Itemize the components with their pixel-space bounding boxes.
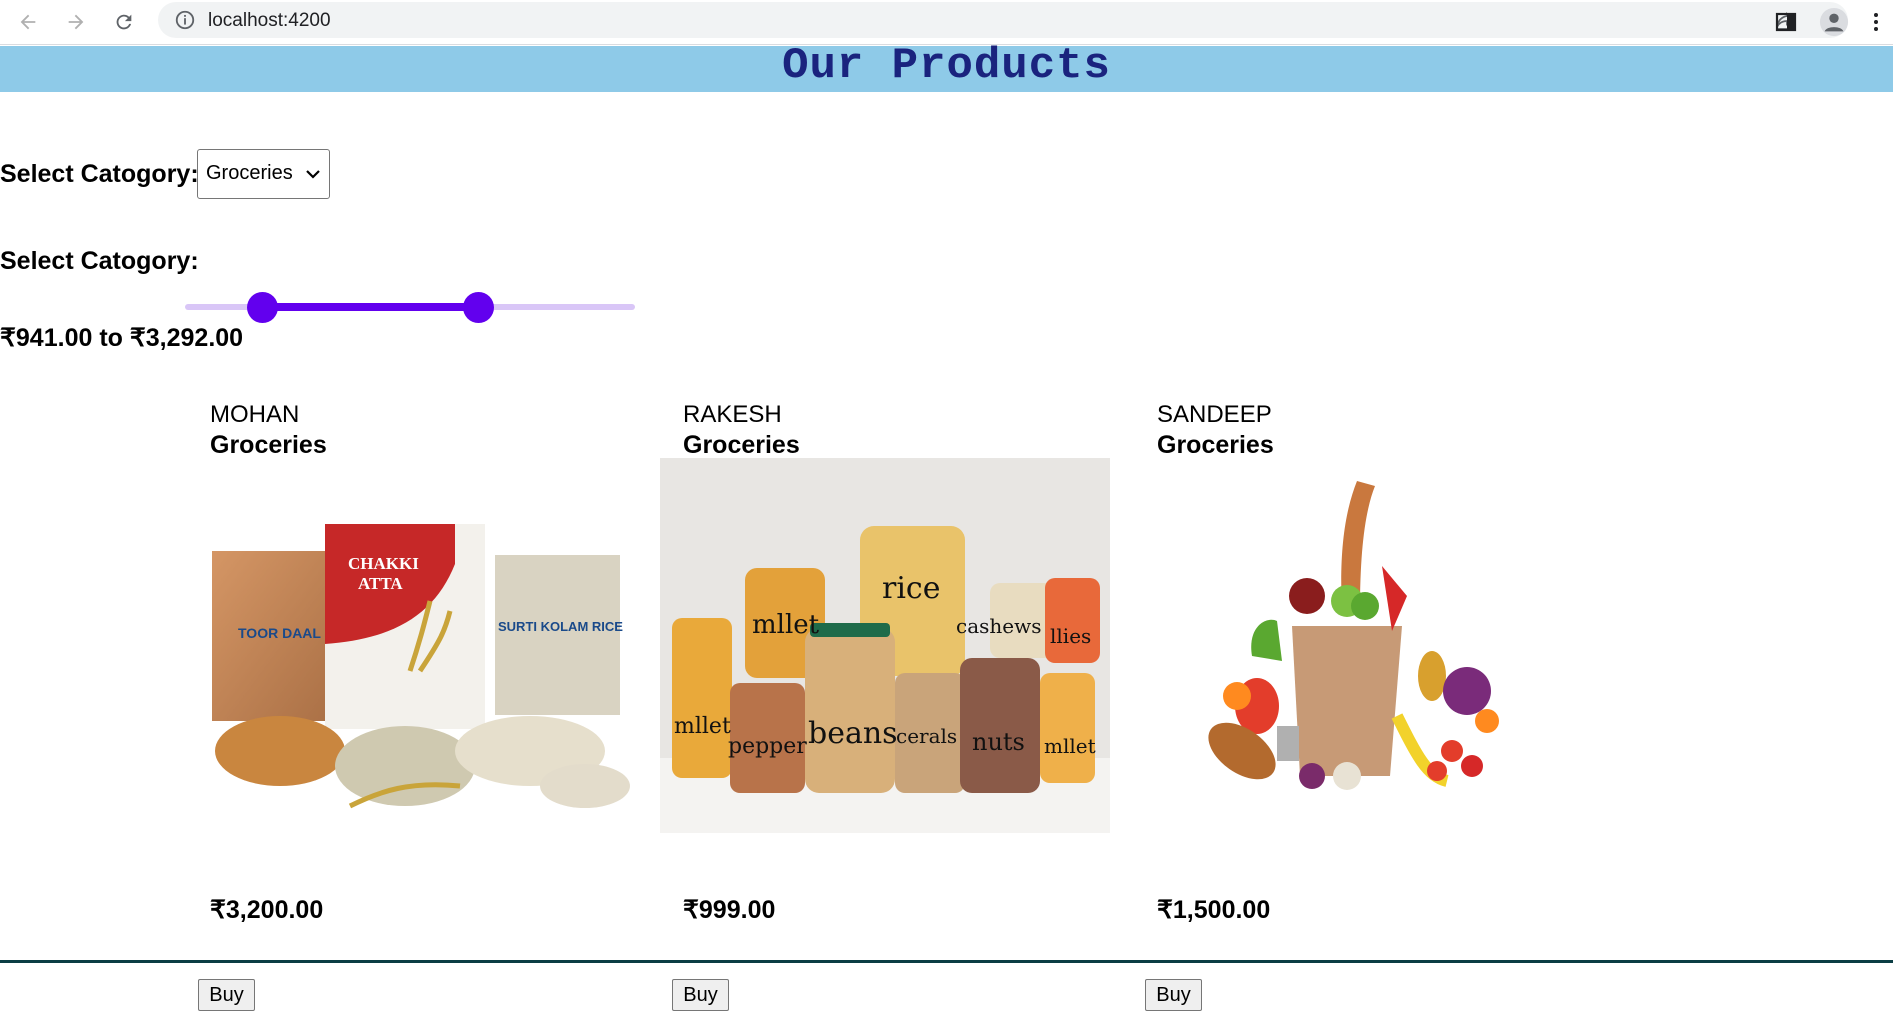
product-category: Groceries (683, 431, 800, 459)
forward-button[interactable] (60, 6, 92, 38)
more-vert-icon (1874, 13, 1878, 31)
product-image-grocery-bag (1208, 481, 1499, 790)
buy-button[interactable]: Buy (198, 979, 255, 1011)
jar-label: llies (1050, 624, 1091, 648)
pack-label-surti: SURTI KOLAM RICE (498, 619, 623, 634)
arrow-right-icon (68, 14, 84, 30)
side-panel-icon (1775, 12, 1797, 32)
pack-label-chakki: CHAKKI (348, 554, 419, 573)
jar-label: mllet (1044, 734, 1096, 758)
info-icon[interactable] (174, 9, 196, 31)
pack-label-toor: TOOR DAAL (238, 625, 321, 641)
jar-label: cerals (896, 724, 957, 748)
slider-thumb-max[interactable] (462, 292, 494, 323)
product-card: MOHAN Groceries CHAKKI ATTA TOOR DAAL SU… (198, 401, 680, 1011)
jar-label: nuts (972, 728, 1025, 756)
arrow-left-icon (20, 14, 36, 30)
price-range-text: ₹941.00 to ₹3,292.00 (0, 324, 244, 352)
page-title: Our Products (782, 41, 1111, 91)
slider-thumb-min[interactable] (246, 292, 278, 323)
jar-label: beans (808, 716, 898, 751)
price-range-slider[interactable] (185, 290, 635, 324)
buy-button[interactable]: Buy (1145, 979, 1202, 1011)
jar-label: rice (882, 571, 941, 606)
buy-button[interactable]: Buy (672, 979, 729, 1011)
url-text[interactable]: localhost:4200 (208, 10, 331, 32)
product-category: Groceries (1157, 431, 1274, 459)
product-price: ₹999.00 (683, 896, 776, 924)
reload-button[interactable] (108, 6, 140, 38)
category-select[interactable]: Groceries (197, 149, 330, 199)
product-image-atta-dal-rice: CHAKKI ATTA TOOR DAAL SURTI KOLAM RICE (212, 524, 630, 809)
header-banner: Our Products (0, 41, 1893, 92)
product-card: RAKESH Groceries mllet rice cashews llie… (660, 401, 1153, 1011)
product-card: SANDEEP Groceries ₹1,500.00 Buy (1145, 401, 1627, 1011)
slider-active-range (261, 303, 478, 311)
jar-label: mllet (674, 714, 731, 739)
page-content: Our Products Select Catogory: Groceries … (0, 41, 1893, 1011)
side-panel-button[interactable] (1770, 6, 1802, 38)
category-select-value: Groceries (206, 162, 293, 184)
browser-toolbar: localhost:4200 (0, 0, 1893, 45)
reload-icon (116, 14, 132, 30)
product-category: Groceries (210, 431, 327, 459)
chevron-down-icon (306, 170, 320, 179)
back-button[interactable] (12, 6, 44, 38)
product-price: ₹1,500.00 (1157, 896, 1271, 924)
pack-label-atta: ATTA (358, 574, 403, 593)
product-price: ₹3,200.00 (210, 896, 324, 924)
product-image-labelled-jars: mllet rice cashews llies mllet pepper be… (660, 458, 1110, 833)
product-name: MOHAN (210, 401, 300, 428)
jar-label: cashews (956, 614, 1042, 638)
product-name: RAKESH (683, 401, 782, 428)
avatar-icon (1819, 7, 1849, 37)
address-bar[interactable]: localhost:4200 (158, 2, 1848, 38)
category-label: Select Catogory: (0, 160, 199, 188)
jar-label: pepper (728, 734, 807, 759)
profile-button[interactable] (1818, 6, 1850, 38)
price-slider-label: Select Catogory: (0, 247, 199, 275)
jar-label: mllet (752, 610, 820, 640)
menu-button[interactable] (1860, 6, 1892, 38)
product-name: SANDEEP (1157, 401, 1272, 428)
